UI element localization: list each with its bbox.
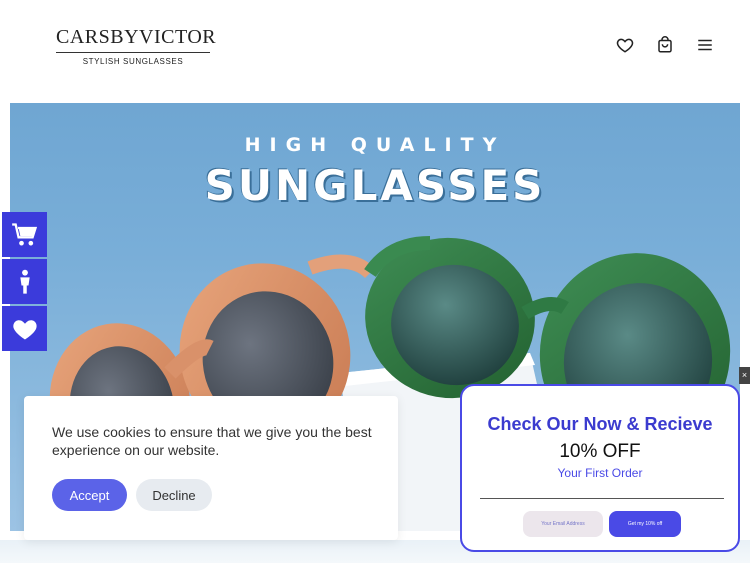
menu-icon[interactable] <box>696 36 714 54</box>
brand-logo[interactable]: CARSBYVICTOR STYLISH SUNGLASSES <box>56 26 217 66</box>
logo-divider <box>56 52 210 53</box>
side-cart-button[interactable] <box>2 212 47 257</box>
site-header: CARSBYVICTOR STYLISH SUNGLASSES <box>0 0 750 94</box>
header-icons <box>616 36 714 54</box>
side-accessibility-button[interactable] <box>2 259 47 304</box>
brand-tagline: STYLISH SUNGLASSES <box>82 57 184 66</box>
side-wishlist-button[interactable] <box>2 306 47 351</box>
cart-icon <box>11 222 37 245</box>
shopping-bag-icon[interactable] <box>656 36 674 54</box>
popup-divider <box>480 498 724 499</box>
popup-offer: 10% OFF <box>559 441 641 462</box>
heart-icon[interactable] <box>616 36 634 54</box>
cookie-banner: We use cookies to ensure that we give yo… <box>24 396 398 540</box>
hero-title: SUNGLASSES <box>204 161 546 210</box>
heart-icon <box>12 319 37 339</box>
cookie-message: We use cookies to ensure that we give yo… <box>52 424 372 458</box>
email-field[interactable] <box>523 511 603 537</box>
popup-title: Check Our Now & Recieve <box>487 414 713 434</box>
popup-close-button[interactable]: × <box>739 367 750 384</box>
page: CARSBYVICTOR STYLISH SUNGLASSES HIGH QUA… <box>0 0 750 563</box>
popup-subtitle: Your First Order <box>557 466 643 480</box>
get-discount-button[interactable]: Get my 10% off <box>609 511 681 537</box>
brand-name: CARSBYVICTOR <box>56 26 217 48</box>
decline-button[interactable]: Decline <box>136 479 212 511</box>
accessibility-icon <box>19 269 30 294</box>
discount-popup: Check Our Now & Recieve 10% OFF Your Fir… <box>460 384 740 552</box>
accept-button[interactable]: Accept <box>52 479 127 511</box>
hero-subtitle: HIGH QUALITY <box>244 134 506 156</box>
